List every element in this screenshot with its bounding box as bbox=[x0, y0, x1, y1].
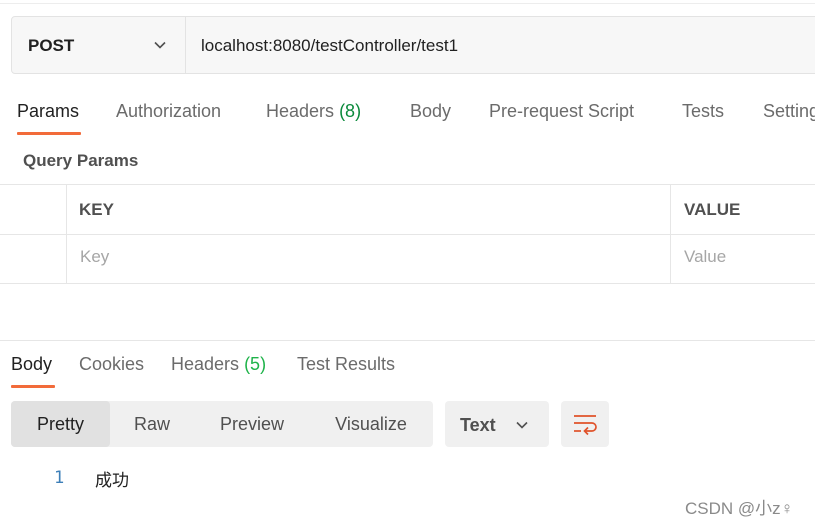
view-raw-button[interactable]: Raw bbox=[110, 401, 194, 447]
active-tab-indicator bbox=[17, 132, 81, 135]
table-column-border bbox=[66, 184, 67, 284]
method-selector[interactable]: POST bbox=[12, 17, 186, 73]
table-column-border bbox=[670, 184, 671, 284]
query-params-table: KEY VALUE Key Value bbox=[0, 184, 815, 284]
response-tab-cookies[interactable]: Cookies bbox=[79, 354, 144, 375]
tab-headers[interactable]: Headers (8) bbox=[266, 101, 361, 122]
column-header-value: VALUE bbox=[684, 200, 741, 219]
tab-authorization[interactable]: Authorization bbox=[116, 101, 221, 122]
table-top-border bbox=[0, 184, 815, 185]
view-mode-selector: Pretty Raw Preview Visualize bbox=[11, 401, 433, 447]
format-dropdown[interactable]: Text bbox=[445, 401, 549, 447]
tab-params[interactable]: Params bbox=[17, 101, 79, 122]
response-tab-test-results[interactable]: Test Results bbox=[297, 354, 395, 375]
method-label: POST bbox=[28, 36, 75, 55]
value-input[interactable]: Value bbox=[684, 247, 726, 267]
request-tabs: Params Authorization Headers (8) Body Pr… bbox=[0, 100, 815, 138]
response-tab-headers-label: Headers bbox=[171, 354, 240, 374]
tab-pre-request-script[interactable]: Pre-request Script bbox=[489, 101, 634, 122]
wrap-lines-icon bbox=[574, 415, 597, 436]
response-tab-headers[interactable]: Headers (5) bbox=[171, 354, 266, 375]
response-tab-body[interactable]: Body bbox=[11, 354, 52, 375]
query-params-title: Query Params bbox=[23, 151, 139, 170]
response-line-text: 成功 bbox=[95, 471, 129, 491]
tab-body[interactable]: Body bbox=[410, 101, 451, 122]
view-pretty-button[interactable]: Pretty bbox=[11, 401, 110, 447]
key-input[interactable]: Key bbox=[80, 247, 109, 267]
column-header-key: KEY bbox=[79, 200, 114, 219]
response-divider bbox=[0, 340, 815, 341]
watermark: CSDN @小z♀ bbox=[685, 499, 794, 518]
format-selected: Text bbox=[460, 415, 496, 435]
chevron-down-icon bbox=[154, 41, 166, 49]
table-bottom-border bbox=[0, 283, 815, 284]
url-bar: POST localhost:8080/testController/test1 bbox=[11, 16, 815, 74]
view-visualize-button[interactable]: Visualize bbox=[310, 401, 432, 447]
tab-tests[interactable]: Tests bbox=[682, 101, 724, 122]
chevron-down-icon bbox=[516, 421, 528, 429]
url-input[interactable]: localhost:8080/testController/test1 bbox=[201, 36, 458, 56]
wrap-lines-button[interactable] bbox=[561, 401, 609, 447]
line-number: 1 bbox=[54, 468, 65, 488]
active-response-tab-indicator bbox=[11, 385, 55, 388]
headers-count-badge: (8) bbox=[339, 101, 362, 121]
response-headers-count-badge: (5) bbox=[244, 354, 267, 374]
top-divider bbox=[0, 3, 815, 4]
table-row-border bbox=[0, 234, 815, 235]
view-preview-button[interactable]: Preview bbox=[194, 401, 310, 447]
tab-settings[interactable]: Settings bbox=[763, 101, 815, 122]
tab-headers-label: Headers bbox=[266, 101, 335, 121]
